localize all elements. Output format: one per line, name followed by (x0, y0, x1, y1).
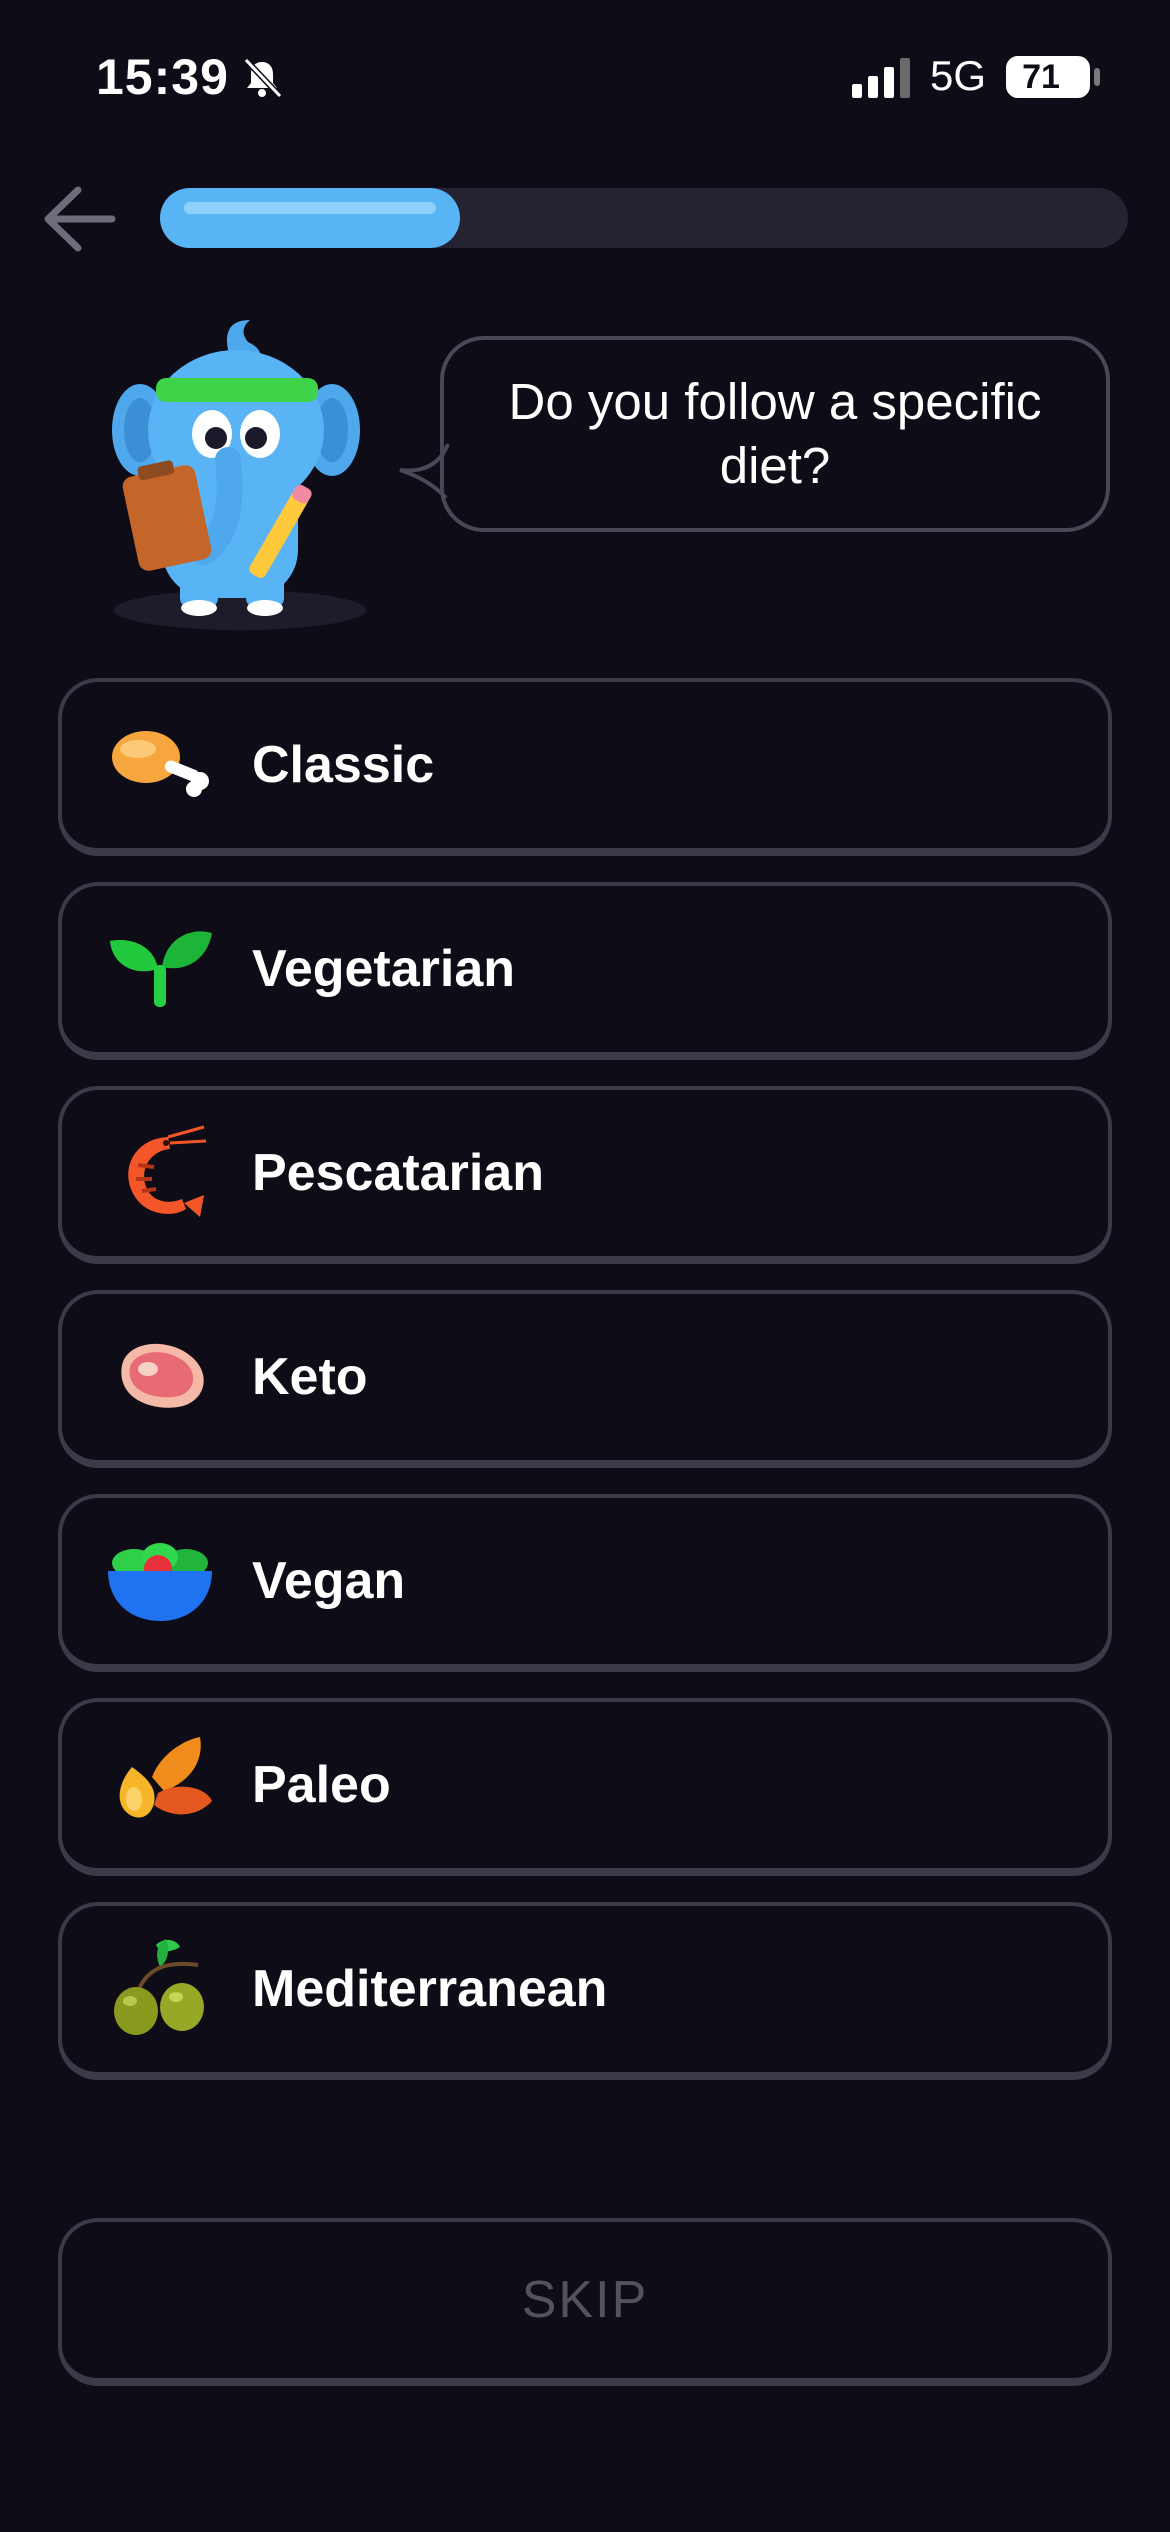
shrimp-icon (128, 1125, 207, 1217)
progress-shine (184, 202, 437, 214)
option-mediterranean[interactable]: Mediterranean (58, 1902, 1112, 2080)
option-pescatarian[interactable]: Pescatarian (58, 1086, 1112, 1264)
option-label: Mediterranean (252, 1960, 608, 2018)
chicken-leg-icon (112, 731, 209, 797)
elephant-mascot-illustration (112, 320, 366, 630)
speech-bubble: Do you follow a specific diet? (440, 336, 1110, 532)
status-time: 15:39 (96, 49, 229, 105)
salad-bowl-icon (108, 1543, 212, 1621)
option-keto[interactable]: Keto (58, 1290, 1112, 1468)
olives-icon (114, 1939, 204, 2035)
nuts-icon (119, 1737, 212, 1818)
option-label: Pescatarian (252, 1144, 544, 1202)
progress-fill (160, 188, 461, 248)
question-text: Do you follow a specific diet? (508, 373, 1042, 494)
option-classic[interactable]: Classic (58, 678, 1112, 856)
network-type: 5G (930, 52, 987, 99)
option-label: Paleo (252, 1756, 391, 1814)
option-label: Keto (252, 1348, 368, 1406)
progress-bar (160, 188, 1128, 248)
steak-icon (121, 1343, 204, 1408)
option-paleo[interactable]: Paleo (58, 1698, 1112, 1876)
sprout-icon (110, 931, 212, 1007)
battery-cap (1094, 68, 1100, 86)
battery-icon: 71 (1006, 56, 1090, 98)
skip-button[interactable]: SKIP (58, 2218, 1112, 2386)
back-arrow-icon[interactable] (36, 176, 122, 262)
option-vegan[interactable]: Vegan (58, 1494, 1112, 1672)
option-label: Vegetarian (252, 940, 516, 998)
option-label: Vegan (252, 1552, 406, 1610)
battery-level: 71 (1022, 58, 1060, 96)
bell-muted-icon (243, 57, 283, 99)
status-bar: 15:39 5G 71 (0, 0, 1170, 150)
cellular-signal-icon (852, 58, 910, 98)
diet-options-list: Classic Vegetarian Pescatarian Keto Vega… (58, 678, 1112, 2106)
option-label: Classic (252, 736, 435, 794)
option-vegetarian[interactable]: Vegetarian (58, 882, 1112, 1060)
